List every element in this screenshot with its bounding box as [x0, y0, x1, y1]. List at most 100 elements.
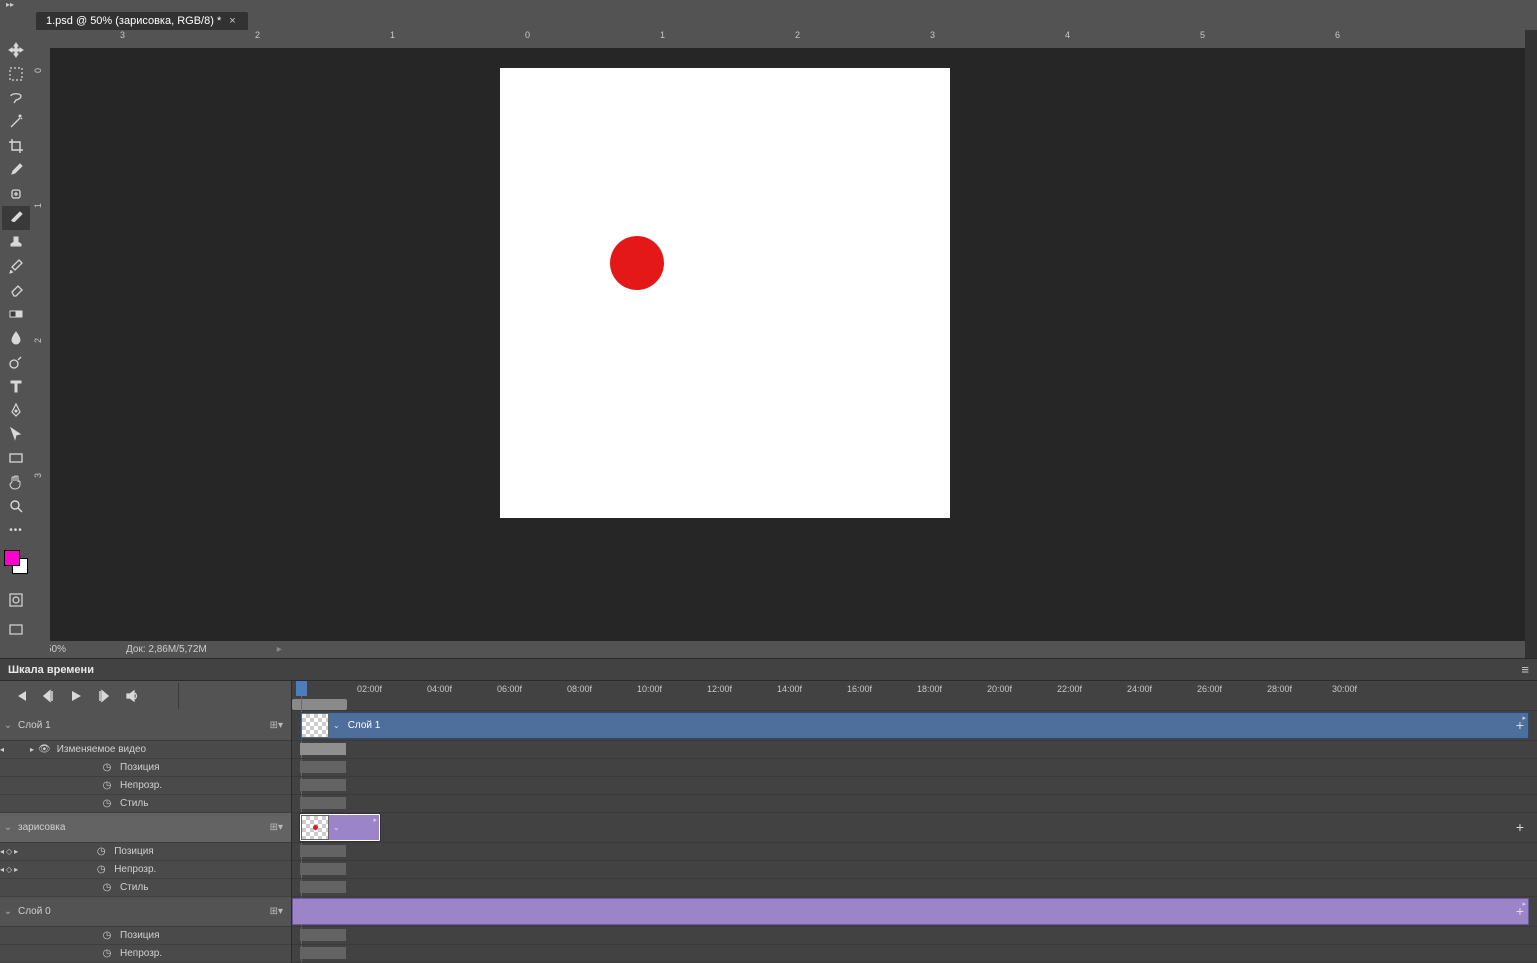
prev-key-icon[interactable]: ◂	[0, 847, 4, 856]
foreground-color-swatch[interactable]	[4, 550, 20, 566]
clip-end-icon[interactable]: ▸	[373, 816, 377, 824]
canvas-stage[interactable]	[50, 48, 1525, 641]
next-key-icon[interactable]: ▸	[14, 847, 18, 856]
track-lane[interactable]	[292, 861, 1537, 879]
clip-lane[interactable]: ⌄ Слой 1 ▸ +	[292, 711, 1537, 741]
track-lane[interactable]	[292, 777, 1537, 795]
brush-tool-icon[interactable]	[2, 206, 30, 230]
stopwatch-icon[interactable]: ◷	[100, 762, 114, 773]
prev-frame-icon[interactable]	[34, 683, 62, 709]
timeline-tracks[interactable]: 02:00f 04:00f 06:00f 08:00f 10:00f 12:00…	[292, 681, 1537, 963]
split-icon[interactable]	[178, 683, 206, 709]
stopwatch-icon[interactable]: ◷	[100, 798, 114, 809]
chevron-down-icon[interactable]: ⌄	[0, 822, 16, 833]
type-tool-icon[interactable]	[2, 374, 30, 398]
stopwatch-icon[interactable]: ◷	[100, 780, 114, 791]
stopwatch-icon[interactable]: ◷	[94, 864, 108, 875]
hand-tool-icon[interactable]	[2, 470, 30, 494]
color-swatches[interactable]	[2, 550, 30, 578]
edit-toolbar-icon[interactable]: •••	[2, 518, 30, 542]
document-canvas[interactable]	[500, 68, 950, 518]
next-key-icon[interactable]: ▸	[14, 865, 18, 874]
eraser-tool-icon[interactable]	[2, 278, 30, 302]
add-track-icon[interactable]: +	[1513, 821, 1527, 835]
path-select-tool-icon[interactable]	[2, 422, 30, 446]
blur-tool-icon[interactable]	[2, 326, 30, 350]
next-frame-icon[interactable]	[90, 683, 118, 709]
history-brush-tool-icon[interactable]	[2, 254, 30, 278]
track-lane[interactable]	[292, 927, 1537, 945]
chevron-down-icon[interactable]: ⌄	[329, 823, 344, 832]
segment-bar[interactable]	[300, 743, 346, 755]
lasso-tool-icon[interactable]	[2, 86, 30, 110]
first-frame-icon[interactable]	[6, 683, 34, 709]
ruler-vertical[interactable]: 0 1 2 3	[32, 48, 50, 658]
property-row[interactable]: ◂◇▸ ◷Позиция	[0, 843, 291, 861]
property-row[interactable]: ◷Позиция	[0, 759, 291, 777]
track-lane[interactable]	[292, 945, 1537, 963]
property-row[interactable]: ◷Стиль	[0, 795, 291, 813]
track-lane[interactable]	[292, 879, 1537, 897]
playhead[interactable]	[296, 681, 307, 696]
video-clip[interactable]: ⌄ Слой 1 ▸	[300, 712, 1529, 739]
layer-header-row[interactable]: ⌄ Слой 1 ⊞▾	[0, 711, 291, 741]
track-lane[interactable]	[292, 843, 1537, 861]
video-clip[interactable]: ⌄ ▸	[300, 814, 380, 841]
healing-tool-icon[interactable]	[2, 182, 30, 206]
property-row[interactable]: ◷Стиль	[0, 879, 291, 897]
property-row[interactable]: ◷Позиция	[0, 927, 291, 945]
clip-lane[interactable]: ▸ +	[292, 897, 1537, 927]
transition-icon[interactable]	[206, 683, 234, 709]
crop-tool-icon[interactable]	[2, 134, 30, 158]
time-ruler[interactable]: 02:00f 04:00f 06:00f 08:00f 10:00f 12:00…	[292, 681, 1537, 711]
track-lane[interactable]	[292, 759, 1537, 777]
track-lane[interactable]	[292, 741, 1537, 759]
ruler-horizontal[interactable]: 3 2 1 0 1 2 3 4 5 6	[50, 30, 1525, 48]
play-icon[interactable]	[62, 683, 90, 709]
zoom-tool-icon[interactable]	[2, 494, 30, 518]
add-key-icon[interactable]: ◇	[6, 847, 12, 856]
quickmask-icon[interactable]	[2, 588, 30, 612]
eyedropper-tool-icon[interactable]	[2, 158, 30, 182]
mute-icon[interactable]	[118, 683, 146, 709]
gradient-tool-icon[interactable]	[2, 302, 30, 326]
marquee-tool-icon[interactable]	[2, 62, 30, 86]
stopwatch-icon[interactable]: ◷	[94, 846, 108, 857]
prev-key-icon[interactable]: ◂	[0, 745, 4, 754]
screenmode-icon[interactable]	[2, 618, 30, 642]
layer-options-icon[interactable]: ⊞▾	[270, 720, 283, 731]
clip-lane[interactable]: ⌄ ▸ +	[292, 813, 1537, 843]
layer-header-row[interactable]: ⌄ зарисовка ⊞▾	[0, 813, 291, 843]
stopwatch-icon[interactable]: ◷	[100, 948, 114, 959]
stopwatch-icon[interactable]: ◷	[100, 930, 114, 941]
pen-tool-icon[interactable]	[2, 398, 30, 422]
doc-size-label[interactable]: Док: 2,86M/5,72M	[126, 644, 207, 655]
video-clip[interactable]: ▸	[292, 898, 1529, 925]
visibility-icon[interactable]: 👁	[34, 744, 55, 755]
add-track-icon[interactable]: +	[1513, 719, 1527, 733]
dodge-tool-icon[interactable]	[2, 350, 30, 374]
layer-header-row[interactable]: ⌄ Слой 0 ⊞▾	[0, 897, 291, 927]
chevron-down-icon[interactable]: ⌄	[0, 906, 16, 917]
status-expand-icon[interactable]: ▸	[277, 644, 282, 655]
document-tab[interactable]: 1.psd @ 50% (зарисовка, RGB/8) * ×	[36, 12, 248, 30]
stopwatch-icon[interactable]: ◷	[100, 882, 114, 893]
close-icon[interactable]: ×	[229, 15, 235, 27]
property-row[interactable]: ◷Непрозр.	[0, 945, 291, 963]
property-row[interactable]: ◂ ▸ 👁 Изменяемое видео	[0, 741, 291, 759]
chevron-down-icon[interactable]: ⌄	[329, 721, 344, 730]
property-row[interactable]: ◷Непрозр.	[0, 777, 291, 795]
property-row[interactable]: ◂◇▸ ◷Непрозр.	[0, 861, 291, 879]
panel-menu-icon[interactable]: ≡	[1521, 662, 1529, 677]
right-dock-collapsed[interactable]	[1525, 30, 1537, 658]
track-lane[interactable]	[292, 795, 1537, 813]
shape-tool-icon[interactable]	[2, 446, 30, 470]
layer-options-icon[interactable]: ⊞▾	[270, 822, 283, 833]
move-tool-icon[interactable]	[2, 38, 30, 62]
layer-options-icon[interactable]: ⊞▾	[270, 906, 283, 917]
add-key-icon[interactable]: ◇	[6, 865, 12, 874]
wand-tool-icon[interactable]	[2, 110, 30, 134]
stamp-tool-icon[interactable]	[2, 230, 30, 254]
add-track-icon[interactable]: +	[1513, 905, 1527, 919]
chevron-down-icon[interactable]: ⌄	[0, 720, 16, 731]
